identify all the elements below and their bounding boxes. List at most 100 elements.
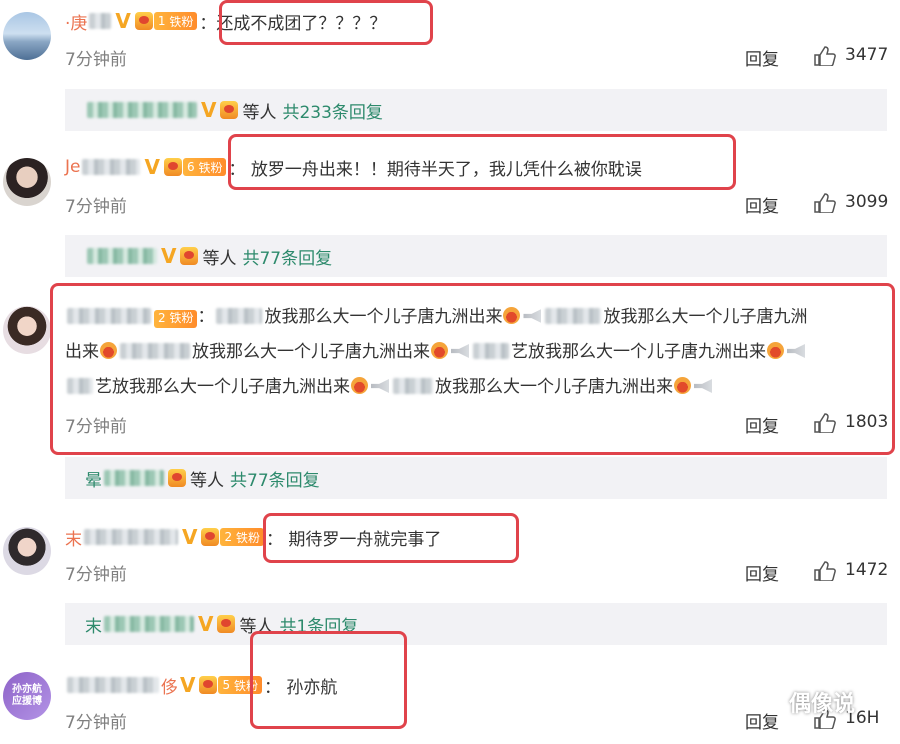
reply-summary-bar[interactable]: 晕 等人 共77条回复 xyxy=(65,457,887,499)
reply-others-label: 等人 xyxy=(242,102,277,123)
like-icon[interactable] xyxy=(814,46,836,66)
avatar[interactable] xyxy=(3,306,51,354)
angry-emoji-icon xyxy=(431,342,448,359)
avatar-text: 孙亦航 xyxy=(12,684,42,695)
fan-level: 2 xyxy=(158,311,166,325)
verified-icon: V xyxy=(182,525,198,549)
angry-emoji-icon xyxy=(351,377,368,394)
fan-badge: 1 铁粉 xyxy=(153,12,198,30)
blurred-mention xyxy=(545,308,602,324)
fan-badge: 2 铁粉 xyxy=(220,528,264,546)
blurred-reply-names xyxy=(104,470,164,486)
avatar[interactable] xyxy=(3,12,51,60)
timestamp: 7分钟前 xyxy=(65,197,127,217)
blurred-mention xyxy=(216,308,263,324)
blurred-username xyxy=(82,159,141,175)
reply-summary-bar[interactable]: V 等人 共233条回复 xyxy=(65,89,887,131)
reply-total-link[interactable]: 共77条回复 xyxy=(242,244,332,269)
blurred-mention xyxy=(120,343,190,359)
crown-icon xyxy=(217,615,236,633)
reply-first-name[interactable]: 晕 xyxy=(85,466,102,491)
megaphone-icon xyxy=(694,379,712,393)
reply-total-link[interactable]: 共233条回复 xyxy=(282,98,382,123)
crown-icon xyxy=(163,158,182,176)
like-count: 1472 xyxy=(845,560,889,580)
reply-button[interactable]: 回复 xyxy=(745,45,779,70)
username-text[interactable]: ·庚 xyxy=(65,9,87,34)
timestamp: 7分钟前 xyxy=(65,713,127,733)
fan-level: 6 xyxy=(186,160,195,174)
blurred-mention xyxy=(473,343,509,359)
blurred-reply-names xyxy=(104,616,194,632)
reply-button[interactable]: 回复 xyxy=(745,708,779,733)
username[interactable]: 侈 xyxy=(65,673,178,698)
blurred-mention xyxy=(393,378,433,394)
blurred-reply-names xyxy=(87,102,197,118)
crown-icon xyxy=(201,528,220,546)
reply-summary-bar[interactable]: V 等人 共77条回复 xyxy=(65,235,887,277)
comment-segment: 出来 xyxy=(65,342,99,362)
avatar[interactable] xyxy=(3,158,51,206)
reply-summary-bar[interactable]: 末 V 等人 共1条回复 xyxy=(65,603,887,645)
like-icon[interactable] xyxy=(814,413,836,433)
reply-button[interactable]: 回复 xyxy=(745,192,779,217)
username[interactable]: 末 xyxy=(65,525,180,550)
username[interactable]: ·庚 xyxy=(65,9,113,34)
comment-long-text: 2 铁粉：放我那么大一个儿子唐九洲出来 放我那么大一个儿子唐九洲 出来 放我那么大一… xyxy=(65,300,885,405)
comment-segment: 放我那么大一个儿子唐九洲 xyxy=(603,307,808,327)
fan-label: 铁粉 xyxy=(235,530,260,545)
megaphone-icon xyxy=(787,344,805,358)
reply-button[interactable]: 回复 xyxy=(745,560,779,585)
highlight-box xyxy=(263,513,519,563)
reply-first-name[interactable]: 末 xyxy=(85,612,102,637)
watermark: 偶像说 xyxy=(789,692,856,717)
timestamp: 7分钟前 xyxy=(65,417,127,437)
fan-label: 铁粉 xyxy=(169,14,194,29)
reply-others-label: 等人 xyxy=(190,470,224,491)
verified-icon: V xyxy=(198,612,214,636)
megaphone-icon xyxy=(523,309,542,323)
username-text[interactable]: Je xyxy=(65,157,80,177)
avatar[interactable] xyxy=(3,527,51,575)
angry-emoji-icon xyxy=(767,342,784,359)
avatar[interactable]: 孙亦航 应援博 xyxy=(3,672,51,720)
verified-icon: V xyxy=(180,673,196,697)
angry-emoji-icon xyxy=(674,377,691,394)
comment-segment: 艺放我那么大一个儿子唐九洲出来 xyxy=(95,377,350,397)
username[interactable]: Je xyxy=(65,157,142,177)
verified-icon: V xyxy=(161,244,177,268)
like-count: 3477 xyxy=(845,45,889,65)
fan-label: 铁粉 xyxy=(198,160,223,175)
comment-segment: 放我那么大一个儿子唐九洲出来 xyxy=(264,307,503,327)
avatar-text: 应援博 xyxy=(12,696,42,707)
crown-icon xyxy=(199,676,218,694)
blurred-mention xyxy=(67,378,93,394)
like-icon[interactable] xyxy=(814,193,836,213)
angry-emoji-icon xyxy=(100,342,117,359)
like-count: 1803 xyxy=(845,412,889,432)
username-text[interactable]: 末 xyxy=(65,525,82,550)
fan-level: 1 xyxy=(157,14,166,28)
username-text[interactable]: 侈 xyxy=(161,673,178,698)
highlight-box xyxy=(250,631,407,729)
fan-level: 2 xyxy=(224,530,233,544)
reply-total-link[interactable]: 共77条回复 xyxy=(230,466,320,491)
verified-icon: V xyxy=(201,98,217,122)
blurred-username xyxy=(84,529,178,545)
like-count: 3099 xyxy=(845,192,889,212)
reply-button[interactable]: 回复 xyxy=(745,412,779,437)
megaphone-icon xyxy=(371,379,389,393)
reply-others-label: 等人 xyxy=(202,248,237,269)
comment-segment: 放我那么大一个儿子唐九洲出来 xyxy=(435,377,673,397)
highlight-box xyxy=(219,0,433,45)
like-icon[interactable] xyxy=(814,561,836,581)
comment-segment: 艺放我那么大一个儿子唐九洲出来 xyxy=(511,342,766,362)
crown-icon xyxy=(134,12,153,30)
blurred-username xyxy=(67,308,151,324)
verified-icon: V xyxy=(144,155,160,179)
megaphone-icon xyxy=(451,344,469,358)
fan-badge: 2 铁粉 xyxy=(154,309,198,328)
fan-badge: 6 铁粉 xyxy=(182,158,227,176)
fan-level: 5 xyxy=(222,678,231,692)
fan-label: 铁粉 xyxy=(169,311,194,325)
